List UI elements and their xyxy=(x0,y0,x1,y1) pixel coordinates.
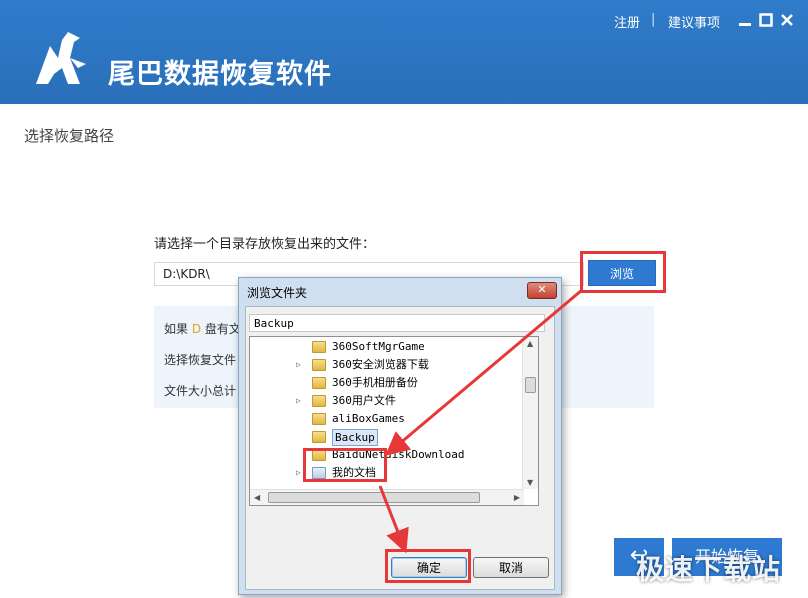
minimize-icon[interactable] xyxy=(738,12,752,28)
tree-item-label: 360手机相册备份 xyxy=(332,376,418,389)
ok-button[interactable]: 确定 xyxy=(391,557,467,578)
folder-icon xyxy=(312,449,326,461)
tree-item-label: 360SoftMgrGame xyxy=(332,340,425,353)
info-line-drive: 如果 D 盘有文 xyxy=(164,322,241,336)
folder-tree[interactable]: ▷ 我的文档 BaiduNetdiskDownload Backup aliBoxGam… xyxy=(249,336,539,506)
cancel-button[interactable]: 取消 xyxy=(473,557,549,578)
folder-icon xyxy=(312,359,326,371)
folder-icon xyxy=(312,431,326,443)
tree-item-label: 360用户文件 xyxy=(332,394,396,407)
tree-item-label: Backup xyxy=(332,429,378,446)
tree-item-label: BaiduNetdiskDownload xyxy=(332,448,465,461)
documents-folder-icon xyxy=(312,467,326,479)
tree-item[interactable]: ▷ 360安全浏览器下载 xyxy=(250,356,520,374)
tree-item[interactable]: ▷ 360用户文件 xyxy=(250,392,520,410)
tree-item[interactable]: 360SoftMgrGame xyxy=(250,338,520,356)
tree-item[interactable]: ▷ 我的文档 xyxy=(250,464,520,482)
folder-icon xyxy=(312,341,326,353)
dialog-folder-path-input[interactable] xyxy=(249,314,545,332)
scroll-up-icon[interactable]: ▲ xyxy=(527,339,533,348)
tree-item-label: 我的文档 xyxy=(332,466,376,479)
info-line-selected-files: 选择恢复文件 xyxy=(164,353,237,367)
app-header: 尾巴数据恢复软件 注册 | 建议事项 xyxy=(0,0,808,104)
scroll-thumb[interactable] xyxy=(525,377,536,393)
back-button[interactable]: ↩ xyxy=(614,538,664,576)
scroll-left-icon[interactable]: ◀ xyxy=(254,493,260,502)
tree-item[interactable]: Backup xyxy=(250,428,520,446)
tree-item-label: 360安全浏览器下载 xyxy=(332,358,429,371)
tree-item-label: aliBoxGames xyxy=(332,412,405,425)
scroll-thumb[interactable] xyxy=(268,492,480,503)
expand-arrow-icon[interactable]: ▷ xyxy=(296,392,306,410)
tree-item[interactable]: aliBoxGames xyxy=(250,410,520,428)
folder-icon xyxy=(312,413,326,425)
expand-arrow-icon[interactable]: ▷ xyxy=(296,356,306,374)
section-title: 选择恢复路径 xyxy=(24,127,115,145)
app-logo-icon xyxy=(36,32,86,84)
folder-icon xyxy=(312,395,326,407)
maximize-icon[interactable] xyxy=(759,12,773,28)
expand-arrow-icon[interactable]: ▷ xyxy=(296,464,306,482)
header-separator: | xyxy=(651,12,656,27)
browse-folder-dialog: 浏览文件夹 ✕ ▷ 我的文档 BaiduNetdiskDownload Backup a… xyxy=(238,277,562,595)
register-link[interactable]: 注册 xyxy=(614,12,640,31)
tree-item[interactable]: 360手机相册备份 xyxy=(250,374,520,392)
app-title: 尾巴数据恢复软件 xyxy=(108,59,332,90)
tree-item[interactable]: BaiduNetdiskDownload xyxy=(250,446,520,464)
folder-icon xyxy=(312,377,326,389)
tree-vertical-scrollbar[interactable]: ▲ ▼ xyxy=(522,337,538,489)
path-prompt: 请选择一个目录存放恢复出来的文件： xyxy=(154,237,376,252)
scroll-down-icon[interactable]: ▼ xyxy=(527,478,533,487)
browse-button[interactable]: 浏览 xyxy=(588,260,656,286)
close-icon[interactable] xyxy=(780,12,794,28)
dialog-close-button[interactable]: ✕ xyxy=(527,282,557,299)
dialog-title: 浏览文件夹 xyxy=(247,286,308,300)
back-arrow-icon: ↩ xyxy=(629,543,649,568)
start-recovery-button[interactable]: 开始恢复 xyxy=(672,538,782,576)
tree-horizontal-scrollbar[interactable]: ◀ ▶ xyxy=(250,489,524,505)
scroll-right-icon[interactable]: ▶ xyxy=(514,493,520,502)
info-line-total-size: 文件大小总计 xyxy=(164,384,237,398)
feedback-link[interactable]: 建议事项 xyxy=(668,12,720,31)
